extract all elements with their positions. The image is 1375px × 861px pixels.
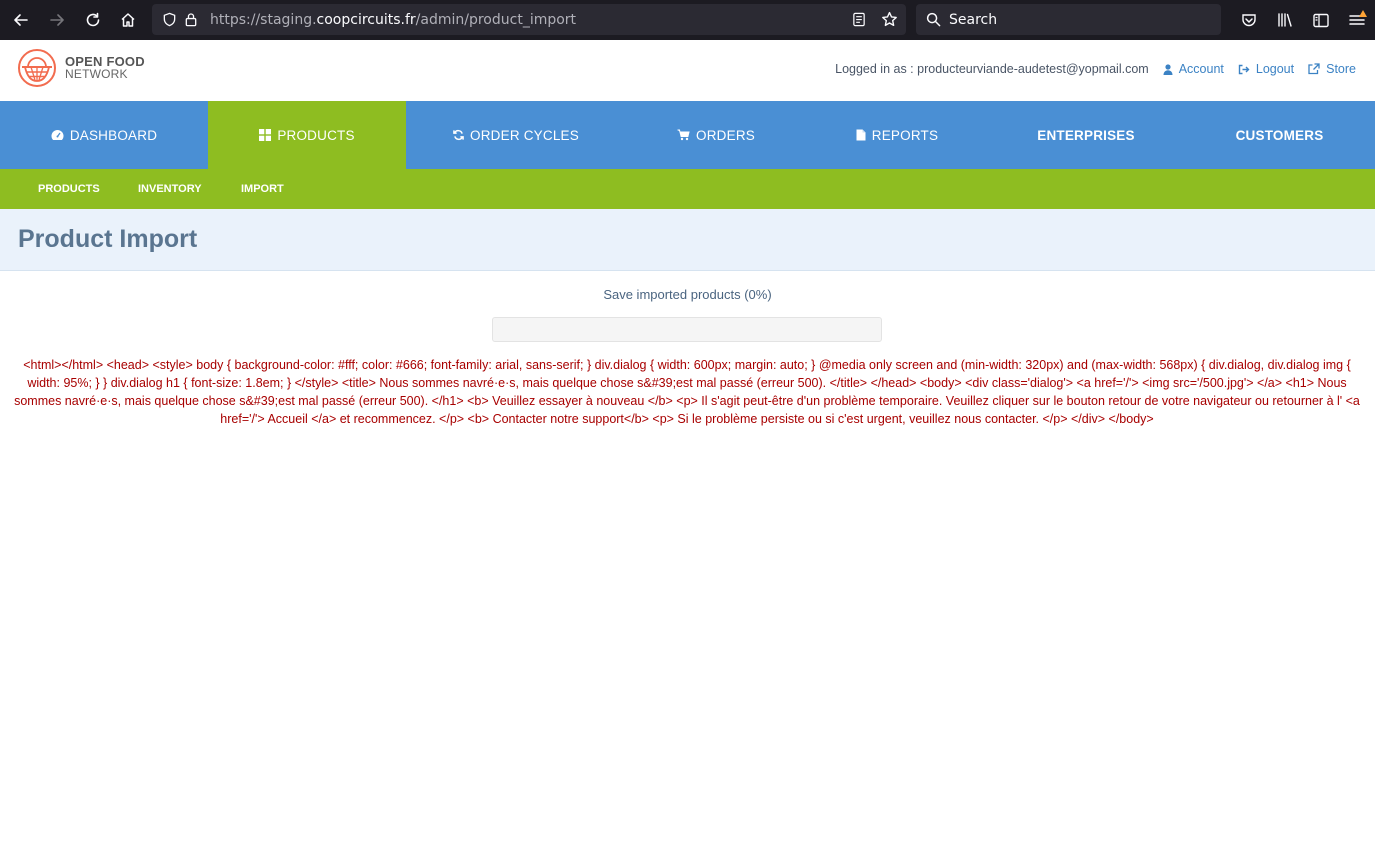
url-prefix: https://staging.: [210, 11, 317, 28]
search-icon: [926, 12, 941, 27]
search-placeholder: Search: [949, 11, 998, 28]
tab-orders-label: Orders: [696, 127, 755, 143]
tab-customers[interactable]: Customers: [1184, 101, 1375, 169]
tab-enterprises[interactable]: Enterprises: [988, 101, 1184, 169]
sign-out-icon: [1238, 64, 1250, 74]
tab-dashboard-label: Dashboard: [69, 127, 158, 143]
account-link[interactable]: Account: [1163, 62, 1224, 76]
shield-icon[interactable]: [158, 4, 180, 35]
pocket-icon: [1242, 14, 1256, 27]
arrow-left-icon: [14, 14, 28, 26]
tab-reports-label: Reports: [871, 127, 939, 143]
subtab-import-label: Import: [241, 183, 284, 195]
tab-products[interactable]: Products: [208, 101, 406, 169]
sub-nav: Products Inventory Import: [0, 169, 1375, 215]
pocket-button[interactable]: [1231, 0, 1267, 40]
reader-view-icon[interactable]: [848, 9, 870, 31]
home-icon: [121, 13, 135, 27]
lock-icon[interactable]: [180, 4, 202, 35]
store-link[interactable]: Store: [1308, 62, 1356, 76]
tab-order-cycles[interactable]: Order Cycles: [406, 101, 626, 169]
tab-orders[interactable]: Orders: [626, 101, 806, 169]
account-link-label: Account: [1178, 62, 1224, 76]
logo-line-2: NETWORK: [65, 67, 128, 81]
th-large-icon: [259, 129, 272, 141]
reload-button[interactable]: [75, 0, 111, 40]
forward-button[interactable]: [39, 0, 75, 40]
main-nav: Dashboard Products Order Cycles Orders R…: [0, 101, 1375, 169]
user-area: Logged in as : producteurviande-audetest…: [835, 62, 1356, 76]
logout-link[interactable]: Logout: [1238, 62, 1294, 76]
external-link-icon: [1308, 63, 1320, 75]
url-path: /admin/product_import: [415, 11, 577, 28]
refresh-icon: [453, 129, 464, 141]
basket-logo-icon: [18, 49, 56, 87]
page-title-bar: Product Import: [0, 209, 1375, 271]
library-button[interactable]: [1267, 0, 1303, 40]
user-icon: [1163, 63, 1173, 75]
tab-products-label: Products: [277, 127, 355, 143]
subtab-inventory[interactable]: Inventory: [138, 169, 202, 209]
sidebar-button[interactable]: [1303, 0, 1339, 40]
update-badge-icon: [1359, 10, 1367, 17]
app-header: OPEN FOOD NETWORK Logged in as : product…: [0, 40, 1375, 101]
browser-toolbar: https://staging.coopcircuits.fr/admin/pr…: [0, 0, 1375, 40]
tab-enterprises-label: Enterprises: [1037, 127, 1135, 143]
url-host: coopcircuits.fr: [316, 11, 416, 28]
tab-reports[interactable]: Reports: [806, 101, 988, 169]
tab-order-cycles-label: Order Cycles: [470, 127, 579, 143]
logout-link-label: Logout: [1255, 62, 1295, 76]
logged-in-label: Logged in as : producteurviande-audetest…: [835, 62, 1149, 76]
tab-dashboard[interactable]: Dashboard: [0, 101, 208, 169]
dashboard-icon: [51, 130, 64, 140]
arrow-right-icon: [50, 14, 64, 26]
url-text[interactable]: https://staging.coopcircuits.fr/admin/pr…: [210, 12, 576, 28]
shopping-cart-icon: [677, 129, 690, 141]
reload-icon: [86, 12, 100, 27]
page-title: Product Import: [18, 225, 198, 253]
search-bar[interactable]: Search: [916, 4, 1221, 35]
menu-button[interactable]: [1339, 0, 1375, 40]
store-link-label: Store: [1326, 62, 1356, 76]
ofn-logo[interactable]: OPEN FOOD NETWORK: [17, 48, 145, 88]
url-bar[interactable]: https://staging.coopcircuits.fr/admin/pr…: [152, 4, 906, 35]
home-button[interactable]: [110, 0, 146, 40]
back-button[interactable]: [3, 0, 39, 40]
sidebar-icon: [1313, 13, 1329, 27]
subtab-products[interactable]: Products: [38, 169, 100, 209]
subtab-import[interactable]: Import: [241, 169, 284, 215]
file-icon: [856, 129, 866, 141]
tab-customers-label: Customers: [1235, 127, 1324, 143]
bookmark-star-icon[interactable]: [878, 9, 900, 31]
save-progress-bar: [492, 317, 882, 342]
library-icon: [1277, 13, 1292, 27]
save-progress-label: Save imported products (0%): [603, 287, 772, 302]
error-message: <html></html> <head> <style> body { back…: [14, 358, 1360, 426]
